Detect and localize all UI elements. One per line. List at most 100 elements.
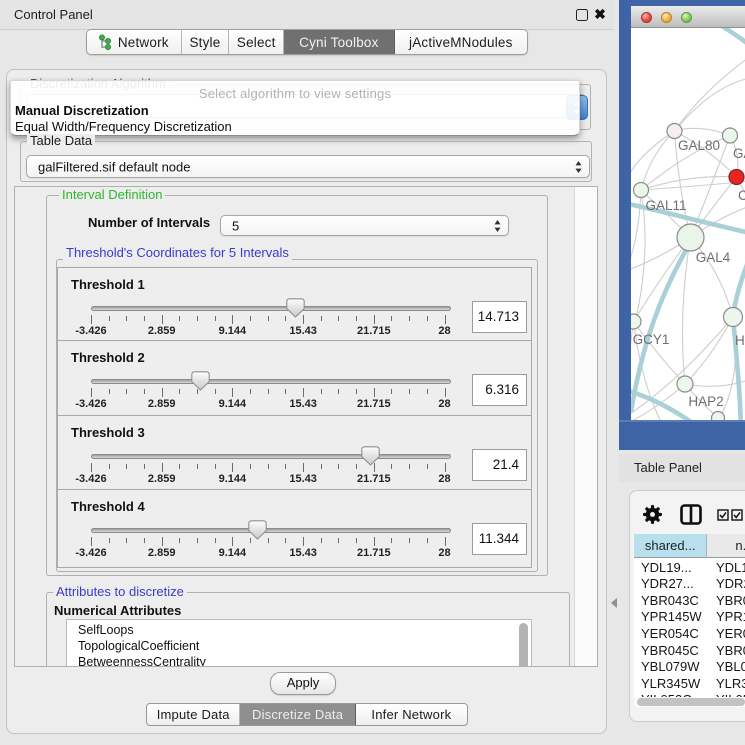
gear-icon[interactable] [642, 504, 663, 525]
threshold-label: Threshold 2 [71, 350, 145, 365]
slider-thumb[interactable] [191, 371, 210, 391]
threshold-value-field[interactable]: 21.4 [472, 449, 527, 481]
network-node-h[interactable] [724, 308, 743, 327]
float-window-icon[interactable] [576, 9, 588, 21]
popup-item-equal-width-frequency-discretization[interactable]: Equal Width/Frequency Discretization [15, 119, 232, 134]
checkbox-checked-icon[interactable] [717, 509, 729, 521]
table-hscrollbar-thumb[interactable] [637, 698, 745, 706]
table-cell-shared-name[interactable]: YDL19... [641, 560, 692, 575]
network-node-gcy1[interactable] [631, 314, 641, 329]
network-edge[interactable] [634, 238, 691, 322]
numerical-attributes-list[interactable]: SelfLoops TopologicalCoefficient Betweenne… [66, 619, 532, 667]
table-cell-name[interactable]: YDL19 [716, 560, 745, 575]
bottom-tab-impute-data[interactable]: Impute Data [147, 704, 240, 725]
column-header-shared[interactable]: shared... [634, 534, 707, 558]
tab-network[interactable]: Network [87, 30, 182, 54]
slider-tick-label: 15.43 [289, 325, 317, 337]
table-cell-shared-name[interactable]: YBR043C [641, 593, 699, 608]
table-cell-name[interactable]: YDR27 [716, 576, 745, 591]
slider-major-tick [91, 388, 92, 397]
slider-track[interactable] [91, 528, 451, 533]
tab-jactivemnodules[interactable]: jActiveMNodules [395, 30, 527, 54]
slider-track[interactable] [91, 454, 451, 459]
table-cell-name[interactable]: YPR145W [716, 609, 745, 624]
slider-thumb[interactable] [286, 298, 305, 318]
checkbox-checked-icon[interactable] [731, 509, 743, 521]
table-cell-shared-name[interactable]: YLR345W [641, 676, 700, 691]
table-hscrollbar-track[interactable] [634, 697, 745, 707]
threshold-value-field[interactable]: 6.316 [472, 374, 527, 406]
network-edge[interactable] [685, 317, 733, 384]
slider-track[interactable] [91, 379, 451, 384]
network-edge[interactable] [634, 322, 686, 385]
bottom-tab-infer-network[interactable]: Infer Network [356, 704, 467, 725]
network-node[interactable] [712, 412, 725, 421]
table-cell-shared-name[interactable]: YPR145W [641, 609, 702, 624]
network-edge[interactable] [675, 58, 745, 131]
slider-thumb[interactable] [361, 446, 380, 466]
split-divider-collapse-icon[interactable] [611, 598, 617, 608]
network-node-c[interactable] [729, 170, 744, 185]
columns-icon[interactable] [680, 504, 702, 525]
threshold-value-field[interactable]: 14.713 [472, 301, 527, 333]
table-cell-name[interactable]: YER054C [716, 626, 745, 641]
threshold-value-field[interactable]: 11.344 [472, 523, 527, 555]
network-edge[interactable] [631, 190, 641, 262]
table-cell-shared-name[interactable]: YDR27... [641, 576, 694, 591]
popup-item-manual-discretization[interactable]: Manual Discretization [15, 103, 149, 118]
table-cell-name[interactable]: YBR043C [716, 593, 745, 608]
threshold-label: Threshold 1 [71, 277, 145, 292]
node-table[interactable]: shared...n... YDL19... YDL19 YDR27... YDR27 Y… [634, 534, 745, 697]
network-edge[interactable] [675, 128, 731, 135]
control-panel-tabbar: NetworkStyleSelectCyni ToolboxjActiveMNo… [86, 29, 528, 55]
tab-select[interactable]: Select [229, 30, 284, 54]
table-cell-shared-name[interactable]: YBL079W [641, 659, 700, 674]
slider-thumb[interactable] [248, 520, 267, 540]
network-canvas[interactable]: GAL80GACGAL11GAL4GCY1HHAP2 [631, 28, 745, 420]
column-header-n[interactable]: n... [707, 534, 745, 558]
network-edge[interactable] [641, 131, 675, 190]
apply-button[interactable]: Apply [270, 672, 336, 695]
slider-minor-tick [356, 464, 357, 469]
network-node-gal11[interactable] [634, 183, 649, 198]
network-edge-thick[interactable] [722, 28, 745, 47]
attribute-item-selfloops[interactable]: SelfLoops [78, 623, 134, 637]
settings-scrollbar-track[interactable] [574, 187, 598, 666]
slider-minor-tick [250, 389, 251, 394]
interval-definition-group-title: Interval Definition [59, 188, 165, 202]
slider-track[interactable] [91, 306, 451, 311]
tab-style[interactable]: Style [182, 30, 230, 54]
network-edge[interactable] [675, 78, 745, 131]
network-edge[interactable] [631, 322, 634, 383]
table-cell-shared-name[interactable]: YER054C [641, 626, 699, 641]
network-edge[interactable] [685, 380, 745, 386]
bottom-tab-discretize-data[interactable]: Discretize Data [240, 704, 355, 725]
threshold-label: Threshold 3 [71, 425, 145, 440]
attribute-item-betweennesscentrality[interactable]: BetweennessCentrality [78, 655, 206, 668]
network-edge[interactable] [682, 238, 690, 385]
table-data-combobox[interactable]: galFiltered.sif default node [26, 155, 590, 178]
slider-minor-tick [144, 464, 145, 469]
table-cell-name[interactable]: YBL079W [716, 659, 745, 674]
table-cell-shared-name[interactable]: YBR045C [641, 643, 699, 658]
slider-minor-tick [409, 464, 410, 469]
slider-minor-tick [268, 464, 269, 469]
network-node-gal4[interactable] [677, 224, 704, 251]
slider-major-tick [232, 388, 233, 397]
table-cell-name[interactable]: YBR045C [716, 643, 745, 658]
tab-cyni-toolbox[interactable]: Cyni Toolbox [284, 30, 395, 54]
network-node-gal80[interactable] [667, 124, 682, 139]
bottom-tab-label: Infer Network [371, 707, 451, 722]
table-cell-name[interactable]: YLR345W [716, 676, 745, 691]
minimize-light-yellow[interactable] [661, 12, 672, 23]
close-light-red[interactable] [641, 12, 652, 23]
network-node-hap2[interactable] [677, 376, 693, 392]
network-node-ga[interactable] [723, 128, 738, 143]
slider-major-tick [445, 537, 446, 546]
close-icon[interactable]: ✖ [592, 3, 608, 25]
zoom-light-green[interactable] [681, 12, 692, 23]
attribute-item-topologicalcoefficient[interactable]: TopologicalCoefficient [78, 639, 199, 653]
number-of-intervals-value: 5 [232, 218, 239, 233]
attributes-list-scrollbar-thumb[interactable] [519, 623, 528, 667]
number-of-intervals-combobox[interactable]: 5 [220, 215, 509, 236]
